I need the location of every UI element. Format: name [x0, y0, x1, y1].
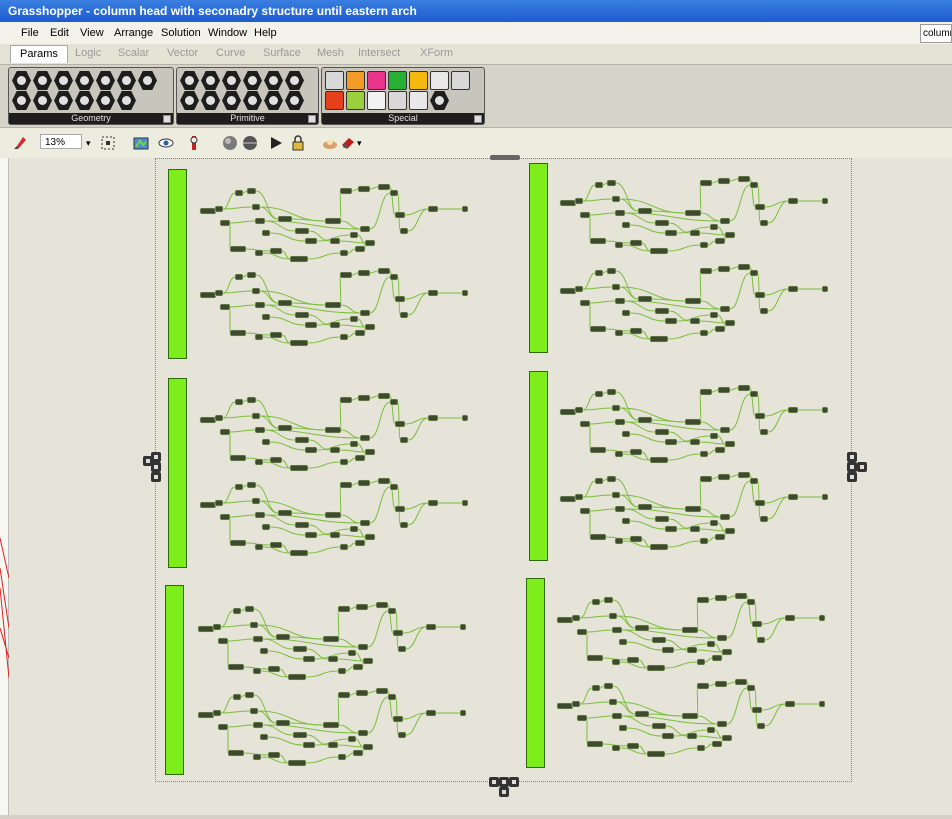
definition-cluster[interactable]: [197, 601, 467, 681]
definition-cluster[interactable]: [199, 392, 469, 472]
definition-cluster[interactable]: [559, 471, 829, 551]
definition-cluster[interactable]: [556, 592, 826, 672]
definition-cluster[interactable]: [199, 477, 469, 557]
component-network: [197, 175, 829, 767]
status-bar: [0, 815, 952, 819]
definition-cluster[interactable]: [559, 384, 829, 464]
definition-cluster[interactable]: [559, 263, 829, 343]
definition-cluster[interactable]: [199, 183, 469, 263]
definition-cluster[interactable]: [199, 267, 469, 347]
definition-cluster[interactable]: [197, 687, 467, 767]
definition-cluster[interactable]: [559, 175, 829, 255]
definition-cluster[interactable]: [556, 678, 826, 758]
